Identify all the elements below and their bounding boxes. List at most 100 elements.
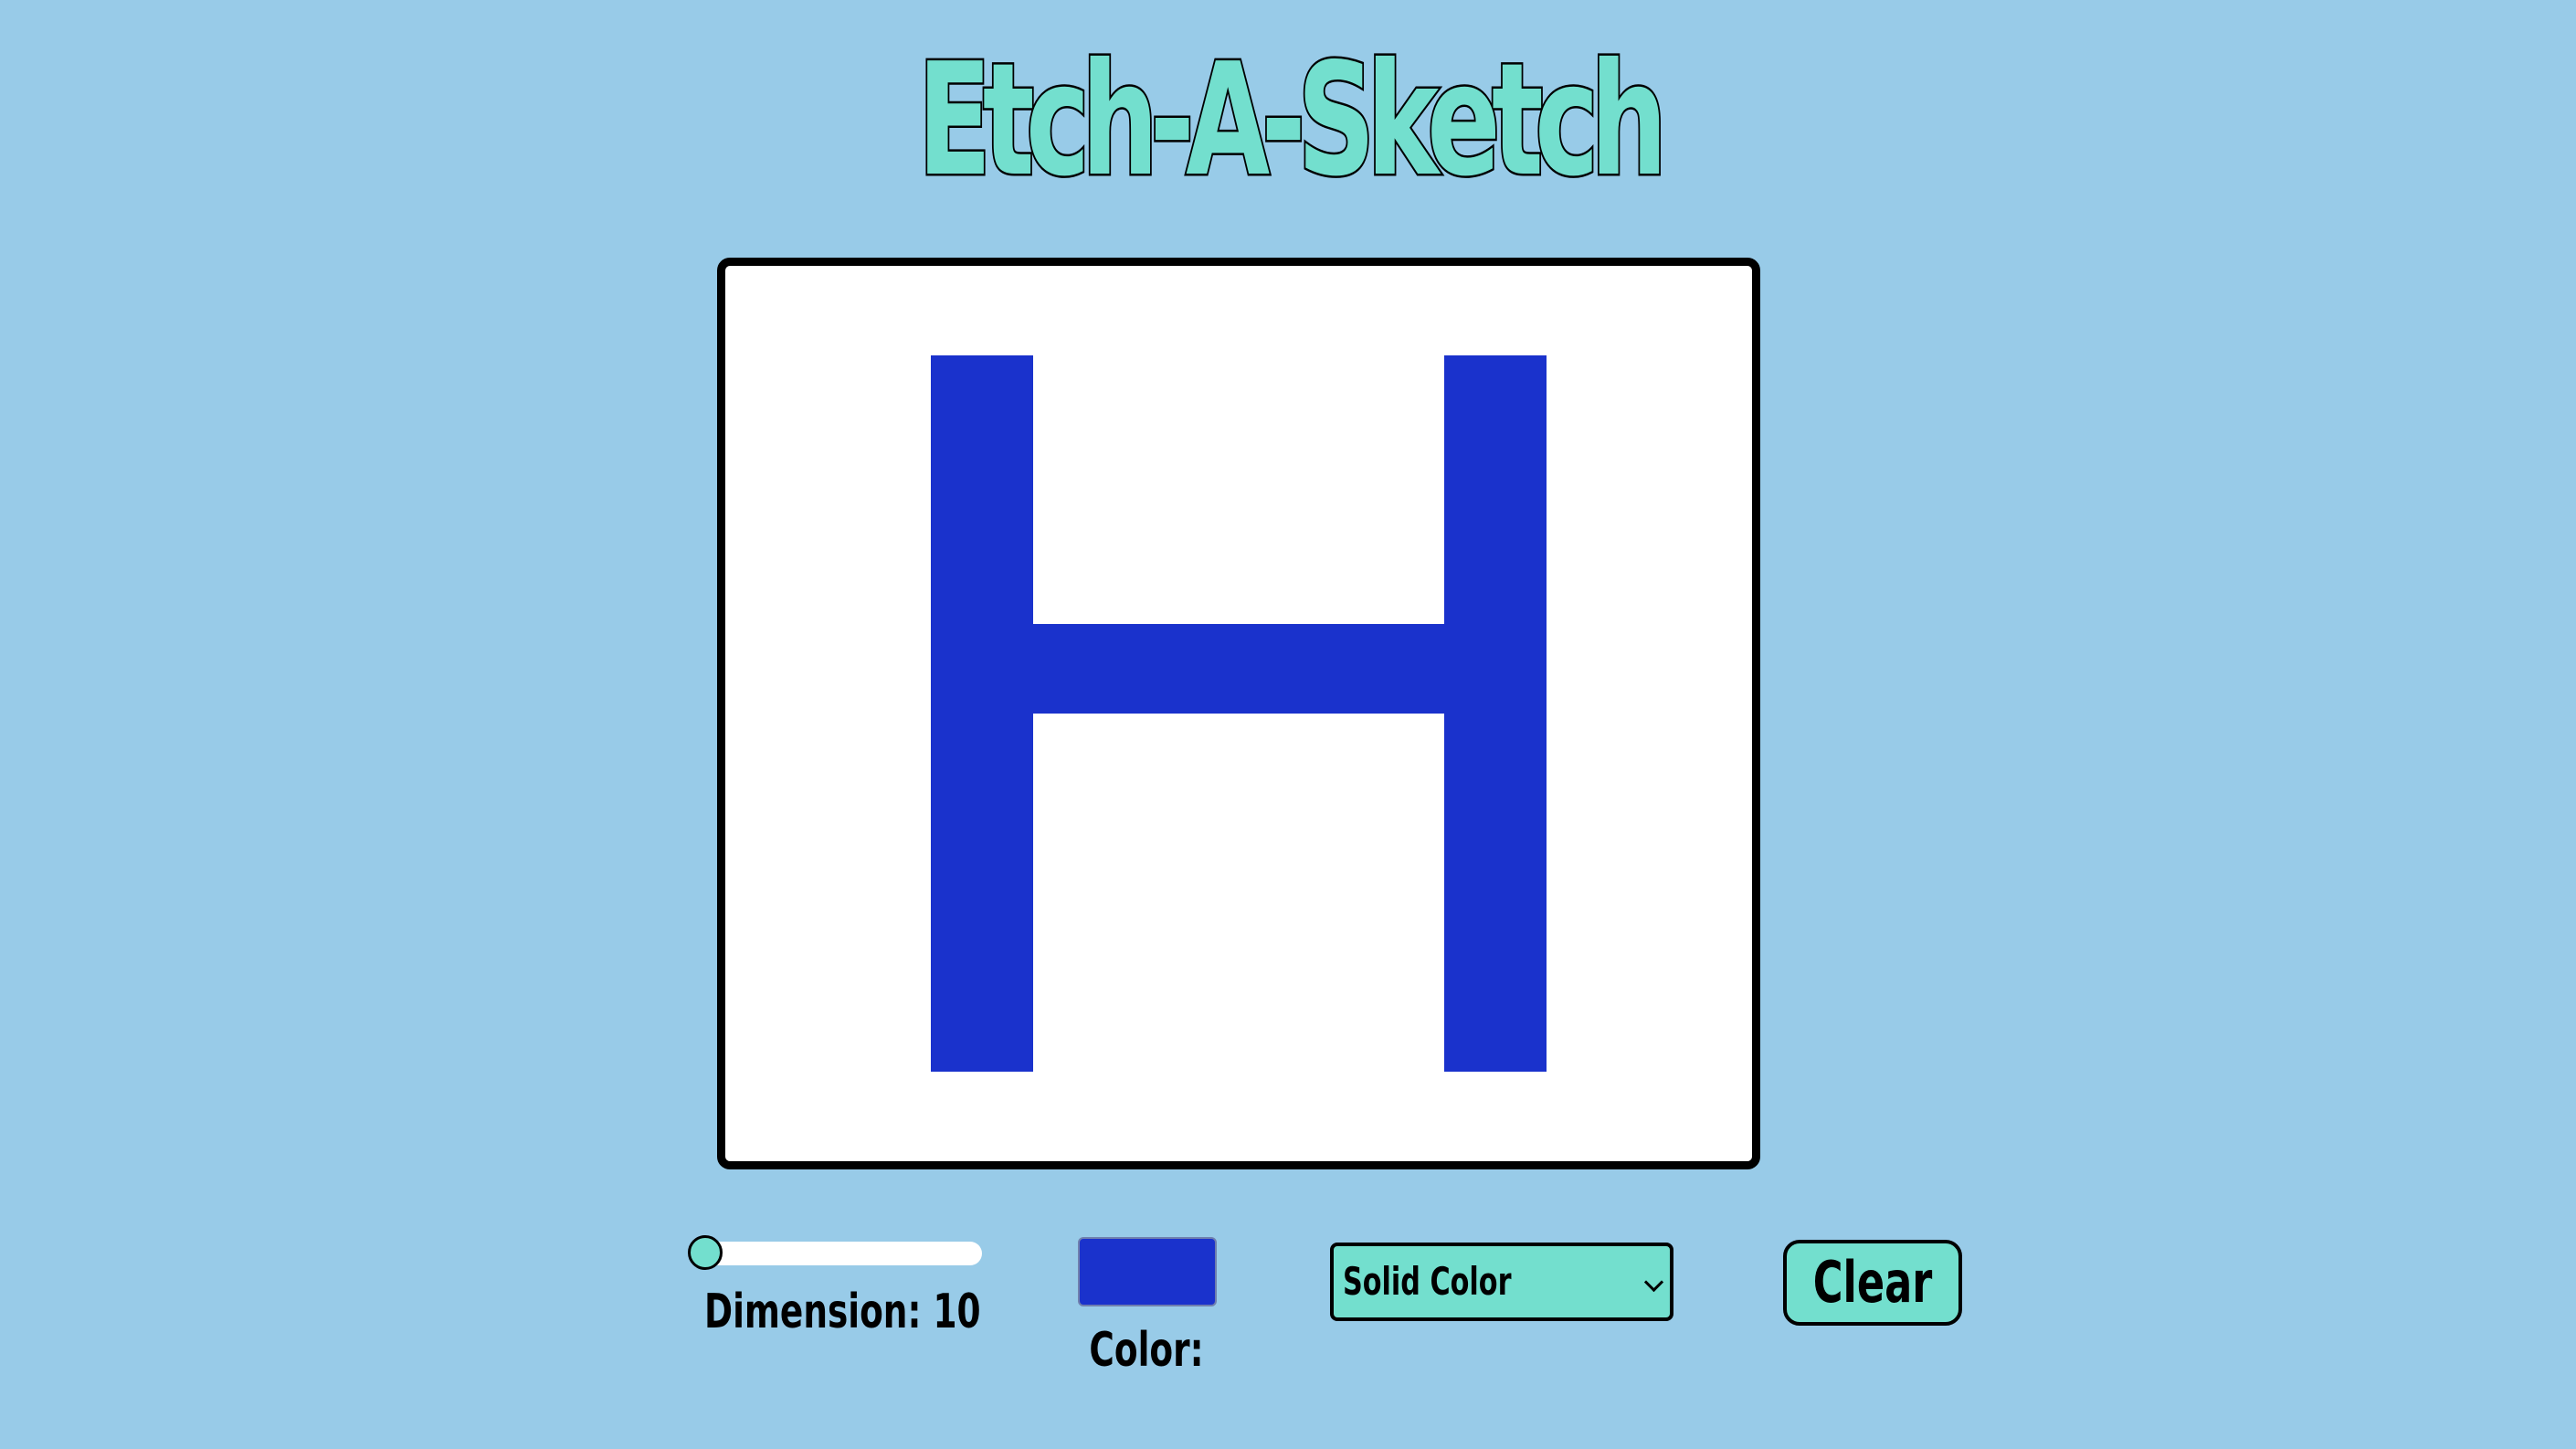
grid-cell[interactable] — [1033, 355, 1135, 445]
grid-cell[interactable] — [1136, 266, 1239, 355]
grid-cell[interactable] — [1443, 714, 1547, 803]
clear-button[interactable]: Clear — [1783, 1240, 1962, 1326]
grid-cell[interactable] — [1033, 534, 1135, 624]
grid-cell[interactable] — [930, 982, 1034, 1072]
grid-cell[interactable] — [1443, 534, 1547, 624]
grid-cell[interactable] — [725, 624, 828, 714]
grid-cell[interactable] — [1650, 1072, 1752, 1161]
grid-cell[interactable] — [725, 982, 828, 1072]
grid-cell[interactable] — [931, 266, 1033, 355]
grid-cell[interactable] — [1650, 534, 1752, 624]
grid-cell[interactable] — [725, 534, 828, 624]
grid-cell[interactable] — [930, 624, 1034, 714]
grid-cell[interactable] — [1547, 266, 1649, 355]
grid-cell[interactable] — [1443, 355, 1547, 445]
grid-cell[interactable] — [1341, 266, 1443, 355]
grid-cell[interactable] — [828, 266, 930, 355]
grid-cell[interactable] — [1033, 803, 1135, 893]
grid-cell[interactable] — [930, 534, 1034, 624]
grid-cell[interactable] — [1650, 624, 1752, 714]
grid-cell[interactable] — [1547, 893, 1649, 982]
grid-cell[interactable] — [1033, 266, 1135, 355]
grid-cell[interactable] — [1135, 624, 1239, 714]
grid-cell[interactable] — [1547, 445, 1649, 534]
grid-cell[interactable] — [1239, 982, 1341, 1072]
grid-cell[interactable] — [1341, 445, 1443, 534]
grid-cell[interactable] — [1136, 893, 1239, 982]
grid-cell[interactable] — [725, 445, 828, 534]
grid-cell[interactable] — [1033, 1072, 1135, 1161]
grid-cell[interactable] — [930, 893, 1034, 982]
grid-cell[interactable] — [725, 893, 828, 982]
grid-cell[interactable] — [1650, 803, 1752, 893]
grid-cell[interactable] — [828, 534, 930, 624]
grid-cell[interactable] — [1650, 266, 1752, 355]
grid-cell[interactable] — [1341, 1072, 1443, 1161]
grid-cell[interactable] — [1650, 445, 1752, 534]
grid-cell[interactable] — [1547, 355, 1649, 445]
grid-cell[interactable] — [1239, 1072, 1341, 1161]
grid-cell[interactable] — [1033, 714, 1135, 803]
grid-cell[interactable] — [1341, 982, 1443, 1072]
grid-cell[interactable] — [1239, 445, 1341, 534]
grid-cell[interactable] — [828, 1072, 930, 1161]
grid-cell[interactable] — [828, 624, 930, 714]
grid-cell[interactable] — [828, 714, 930, 803]
grid-cell[interactable] — [930, 445, 1034, 534]
grid-cell[interactable] — [725, 1072, 828, 1161]
grid-cell[interactable] — [1033, 893, 1135, 982]
grid-cell[interactable] — [930, 714, 1034, 803]
grid-cell[interactable] — [931, 1072, 1033, 1161]
grid-cell[interactable] — [725, 355, 828, 445]
grid-cell[interactable] — [1650, 714, 1752, 803]
grid-cell[interactable] — [1239, 803, 1341, 893]
grid-cell[interactable] — [1443, 982, 1547, 1072]
grid-cell[interactable] — [930, 355, 1034, 445]
grid-cell[interactable] — [930, 803, 1034, 893]
grid-cell[interactable] — [1444, 1072, 1547, 1161]
grid-cell[interactable] — [725, 714, 828, 803]
dimension-slider-track[interactable] — [692, 1242, 982, 1265]
grid-cell[interactable] — [1239, 266, 1341, 355]
sketch-board[interactable] — [717, 258, 1760, 1169]
sketch-grid[interactable] — [725, 266, 1752, 1161]
mode-select[interactable]: Solid Color — [1330, 1243, 1673, 1321]
dimension-slider-thumb[interactable] — [688, 1235, 723, 1270]
grid-cell[interactable] — [828, 893, 930, 982]
grid-cell[interactable] — [1341, 624, 1444, 714]
grid-cell[interactable] — [1136, 982, 1239, 1072]
grid-cell[interactable] — [1136, 714, 1239, 803]
grid-cell[interactable] — [1650, 893, 1752, 982]
grid-cell[interactable] — [1239, 893, 1341, 982]
grid-cell[interactable] — [1341, 803, 1443, 893]
grid-cell[interactable] — [1547, 624, 1649, 714]
grid-cell[interactable] — [1239, 714, 1341, 803]
grid-cell[interactable] — [1443, 624, 1547, 714]
grid-cell[interactable] — [1443, 445, 1547, 534]
grid-cell[interactable] — [1136, 1072, 1239, 1161]
grid-cell[interactable] — [1547, 714, 1649, 803]
grid-cell[interactable] — [1136, 534, 1239, 624]
grid-cell[interactable] — [1341, 355, 1443, 445]
grid-cell[interactable] — [1136, 355, 1239, 445]
grid-cell[interactable] — [1650, 982, 1752, 1072]
grid-cell[interactable] — [828, 355, 930, 445]
grid-cell[interactable] — [1443, 893, 1547, 982]
grid-cell[interactable] — [1547, 803, 1649, 893]
grid-cell[interactable] — [1239, 355, 1341, 445]
grid-cell[interactable] — [1443, 803, 1547, 893]
grid-cell[interactable] — [828, 982, 930, 1072]
grid-cell[interactable] — [1341, 714, 1443, 803]
grid-cell[interactable] — [1341, 534, 1443, 624]
grid-cell[interactable] — [1547, 982, 1649, 1072]
grid-cell[interactable] — [1033, 624, 1136, 714]
grid-cell[interactable] — [1033, 445, 1135, 534]
grid-cell[interactable] — [1033, 982, 1135, 1072]
color-picker[interactable] — [1078, 1237, 1217, 1306]
grid-cell[interactable] — [1650, 355, 1752, 445]
grid-cell[interactable] — [1341, 893, 1443, 982]
grid-cell[interactable] — [725, 266, 828, 355]
grid-cell[interactable] — [1239, 534, 1341, 624]
grid-cell[interactable] — [1136, 803, 1239, 893]
grid-cell[interactable] — [1547, 534, 1649, 624]
